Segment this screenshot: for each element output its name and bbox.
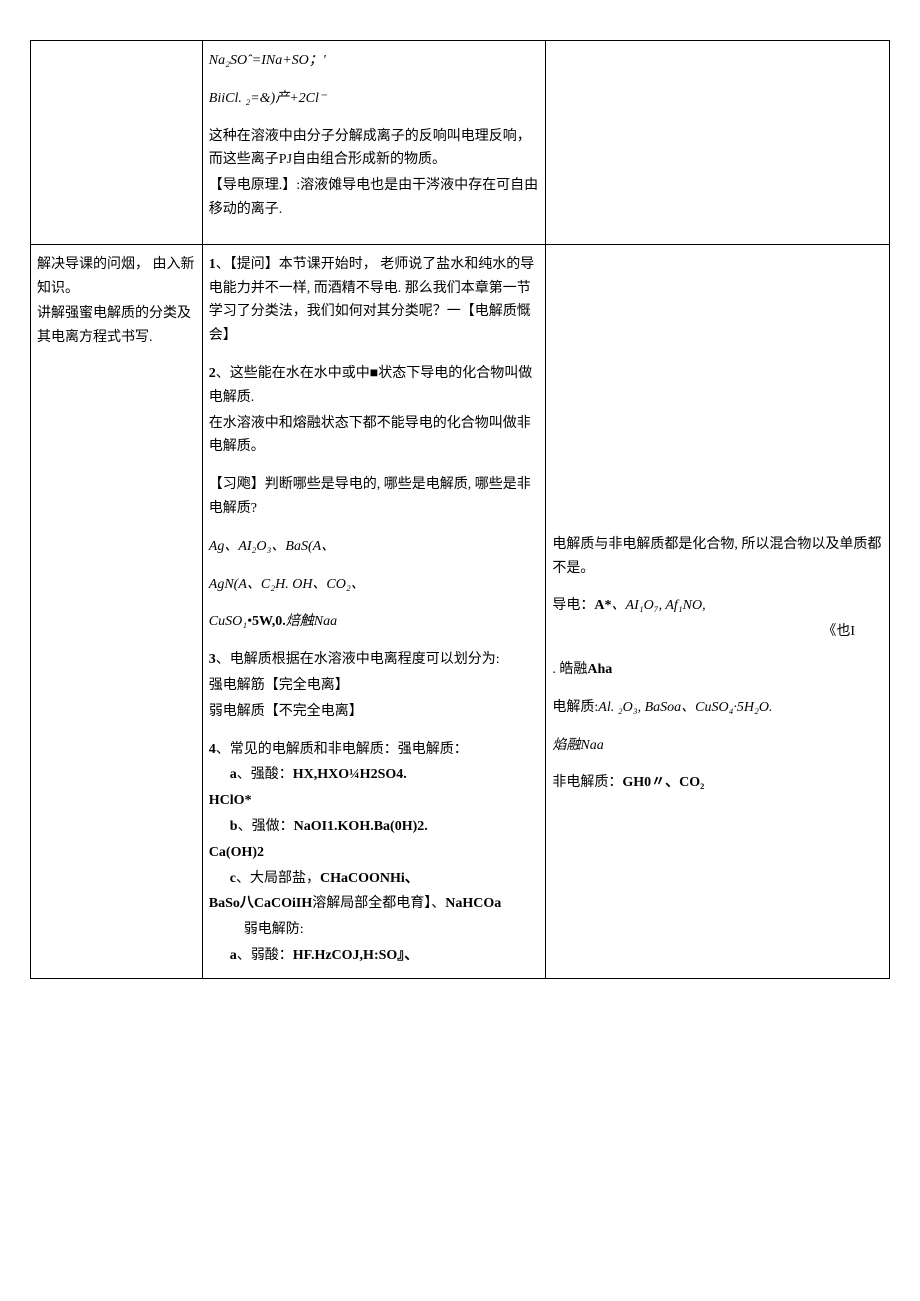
item-letter: a [230,767,237,782]
equation: Na₂SOˆ=INa+SO；' [209,49,540,73]
text: 、大局部盐， [236,871,320,886]
paragraph: BaSo八CaCOiIH溶解局部全都电育】、NaHCOa [209,892,540,916]
cell-r2-c2: 1、【提问】本节课开始时， 老师说了盐水和纯水的导电能力并不一样, 而酒精不导电… [202,244,546,978]
item-number: 4 [209,742,216,757]
cell-r2-c3: 电解质与非电解质都是化合物, 所以混合物以及单质都不是。 导电：A*、AI₁O₇… [546,244,890,978]
text: Aha [587,662,612,677]
paragraph: 电解质:Al. ₂O₃, BaSoa、CuSO₄·5H₂O. [552,696,883,720]
text: A* [594,598,611,613]
text: 非电解质： [552,775,622,790]
item-number: 2 [209,366,216,381]
text: NaHCOa [445,896,501,911]
text: 5W,0. [252,614,286,629]
text: CHaCOONHi、 [320,871,419,886]
text: GH0〃、CO₂ [622,775,704,790]
text: BaSo八CaCOiIH [209,896,312,911]
text: 导电： [552,598,594,613]
paragraph: 3、电解质根据在水溶液中电离程度可以划分为: [209,648,540,672]
cell-r2-c1: 解决导课的问烟， 由入新知识。 讲解强蜜电解质的分类及其电离方程式书写. [31,244,203,978]
equation: BiiCl. ₂=&)产+2Cl⁻ [209,87,540,111]
paragraph: 电解质与非电解质都是化合物, 所以混合物以及单质都不是。 [552,533,883,581]
table-row: 解决导课的问烟， 由入新知识。 讲解强蜜电解质的分类及其电离方程式书写. 1、【… [31,244,890,978]
text: 、常见的电解质和非电解质：强电解质： [216,742,468,757]
paragraph: 弱电解质【不完全电离】 [209,700,540,724]
paragraph: 讲解强蜜电解质的分类及其电离方程式书写. [37,302,196,350]
text: 《也I [822,624,855,639]
text: CuSO₁• [209,614,252,629]
paragraph: 导电：A*、AI₁O₇, Af₁NO, [552,594,883,618]
text: 、AI₁O₇, Af₁NO, [612,598,706,613]
paragraph: 【习飑】判断哪些是导电的, 哪些是电解质, 哪些是非电解质? [209,473,540,521]
paragraph: . 皓融Aha [552,658,883,682]
formula: AgN(A、C₂H. OH、CO₂、 [209,573,540,597]
paragraph: b、强做：NaOI1.KOH.Ba(0H)2. [209,815,540,839]
paragraph: 4、常见的电解质和非电解质：强电解质： [209,738,540,762]
cell-r1-c2: Na₂SOˆ=INa+SO；' BiiCl. ₂=&)产+2Cl⁻ 这种在溶液中… [202,41,546,245]
cell-r1-c3 [546,41,890,245]
formula: Ag、AI₂O₃、BaS(A、 [209,535,540,559]
paragraph: 【导电原理.】:溶液傩导电也是由干涔液中存在可自由移动的离子. [209,174,540,222]
text: 电解质: [552,700,598,715]
table-row: Na₂SOˆ=INa+SO；' BiiCl. ₂=&)产+2Cl⁻ 这种在溶液中… [31,41,890,245]
text: HX,HXO¼H2SO4. [293,767,407,782]
paragraph: 2、这些能在水在水中或中■状态下导电的化合物叫做电解质. [209,362,540,410]
text: NaOI1.KOH.Ba(0H)2. [294,819,428,834]
paragraph: a、弱酸：HF.HzCOJ,H:SO』、 [209,944,540,968]
cell-r1-c1 [31,41,203,245]
paragraph: 这种在溶液中由分子分解成离子的反响叫电理反响，而这些离子PJ自由组合形成新的物质… [209,125,540,173]
paragraph: Ca(OH)2 [209,841,540,865]
paragraph: 强电解筋【完全电离】 [209,674,540,698]
paragraph: c、大局部盐，CHaCOONHi、 [209,867,540,891]
text: HF.HzCOJ,H:SO』、 [293,948,419,963]
item-number: 3 [209,652,216,667]
text: 焙触Naa [286,614,337,629]
paragraph: 弱电解防: [209,918,540,942]
paragraph: 焰融Naa [552,734,883,758]
paragraph: 非电解质：GH0〃、CO₂ [552,771,883,795]
text: Al. ₂O₃, BaSoa、CuSO₄·5H₂O. [598,700,772,715]
item-number: 1 [209,257,216,272]
formula: CuSO₁•5W,0.焙触Naa [209,610,540,634]
text: 、弱酸： [237,948,293,963]
text: 、【提问】本节课开始时， 老师说了盐水和纯水的导电能力并不一样, 而酒精不导电.… [209,257,535,343]
text: 、强酸： [237,767,293,782]
text: 溶解局部全都电育】、 [312,896,445,911]
text: 、电解质根据在水溶液中电离程度可以划分为: [216,652,500,667]
paragraph: 在水溶液中和熔融状态下都不能导电的化合物叫做非电解质。 [209,412,540,460]
text: . 皓融 [552,662,587,677]
paragraph: HClO* [209,789,540,813]
lesson-plan-table: Na₂SOˆ=INa+SO；' BiiCl. ₂=&)产+2Cl⁻ 这种在溶液中… [30,40,890,979]
paragraph: 1、【提问】本节课开始时， 老师说了盐水和纯水的导电能力并不一样, 而酒精不导电… [209,253,540,348]
text: 、强做： [238,819,294,834]
paragraph: a、强酸：HX,HXO¼H2SO4. [209,763,540,787]
item-letter: a [230,948,237,963]
paragraph: 《也I [552,620,883,644]
item-letter: b [230,819,238,834]
text: 、这些能在水在水中或中■状态下导电的化合物叫做电解质. [209,366,532,405]
paragraph: 解决导课的问烟， 由入新知识。 [37,253,196,301]
